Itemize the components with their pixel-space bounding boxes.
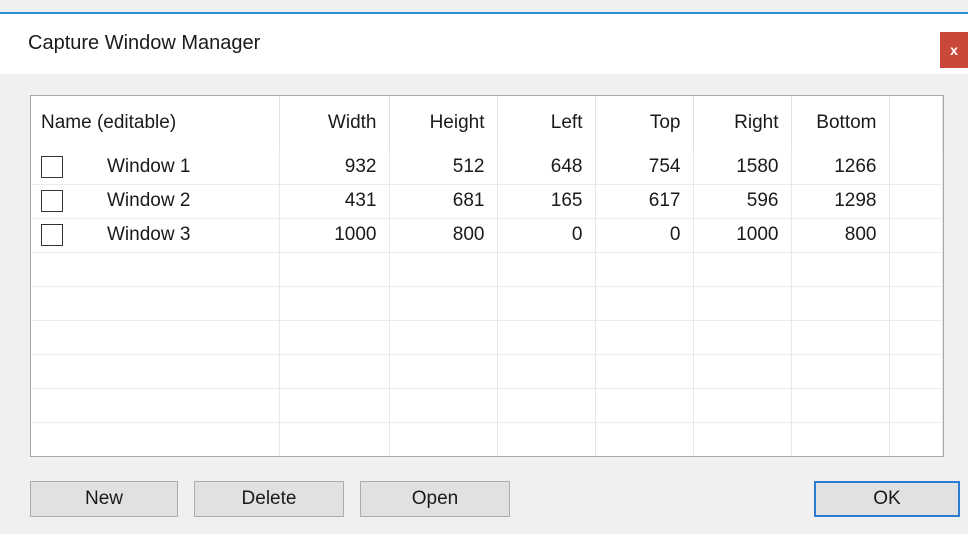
row-checkbox[interactable]	[41, 223, 63, 246]
height-cell: 681	[389, 184, 498, 219]
left-cell: 648	[497, 150, 596, 185]
empty-row	[31, 286, 943, 321]
close-icon[interactable]: x	[940, 32, 968, 68]
filler-cell	[889, 150, 943, 185]
column-header-width[interactable]: Width	[279, 96, 390, 150]
window-name[interactable]: Window 1	[107, 156, 190, 177]
width-cell: 431	[279, 184, 390, 219]
bottom-cell: 1298	[791, 184, 890, 219]
empty-row	[31, 320, 943, 355]
column-header-top[interactable]: Top	[595, 96, 694, 150]
height-cell: 800	[389, 218, 498, 253]
width-cell: 932	[279, 150, 390, 185]
left-cell: 0	[497, 218, 596, 253]
top-cell: 0	[595, 218, 694, 253]
window-list-grid: Name (editable) Width Height Left Top Ri…	[30, 95, 944, 457]
new-button[interactable]: New	[30, 481, 178, 517]
left-cell: 165	[497, 184, 596, 219]
open-button[interactable]: Open	[360, 481, 510, 517]
column-header-left[interactable]: Left	[497, 96, 596, 150]
width-cell: 1000	[279, 218, 390, 253]
row-checkbox[interactable]	[41, 155, 63, 178]
table-row[interactable]: Window 2 431 681 165 617 596 1298	[31, 184, 943, 219]
window-title: Capture Window Manager	[28, 32, 261, 54]
ok-button[interactable]: OK	[814, 481, 960, 517]
empty-row	[31, 422, 943, 456]
table-row[interactable]: Window 1 932 512 648 754 1580 1266	[31, 150, 943, 185]
header-row: Name (editable) Width Height Left Top Ri…	[31, 96, 943, 150]
delete-button[interactable]: Delete	[194, 481, 344, 517]
empty-row	[31, 388, 943, 423]
bottom-cell: 1266	[791, 150, 890, 185]
right-cell: 596	[693, 184, 792, 219]
top-cell: 754	[595, 150, 694, 185]
name-cell[interactable]: Window 1	[31, 150, 280, 185]
column-header-name[interactable]: Name (editable)	[31, 96, 280, 150]
top-cell: 617	[595, 184, 694, 219]
filler-cell	[889, 218, 943, 253]
name-cell[interactable]: Window 2	[31, 184, 280, 219]
title-bar: Capture Window Manager x	[0, 14, 968, 74]
column-header-bottom[interactable]: Bottom	[791, 96, 890, 150]
filler-cell	[889, 184, 943, 219]
table-row[interactable]: Window 3 1000 800 0 0 1000 800	[31, 218, 943, 253]
column-header-right[interactable]: Right	[693, 96, 792, 150]
window-name[interactable]: Window 2	[107, 190, 190, 211]
row-checkbox[interactable]	[41, 189, 63, 212]
right-cell: 1000	[693, 218, 792, 253]
right-cell: 1580	[693, 150, 792, 185]
window-name[interactable]: Window 3	[107, 224, 190, 245]
empty-row	[31, 252, 943, 287]
column-header-filler	[889, 96, 943, 150]
column-header-height[interactable]: Height	[389, 96, 498, 150]
name-cell[interactable]: Window 3	[31, 218, 280, 253]
window-table: Name (editable) Width Height Left Top Ri…	[31, 96, 943, 456]
empty-row	[31, 354, 943, 389]
bottom-cell: 800	[791, 218, 890, 253]
height-cell: 512	[389, 150, 498, 185]
